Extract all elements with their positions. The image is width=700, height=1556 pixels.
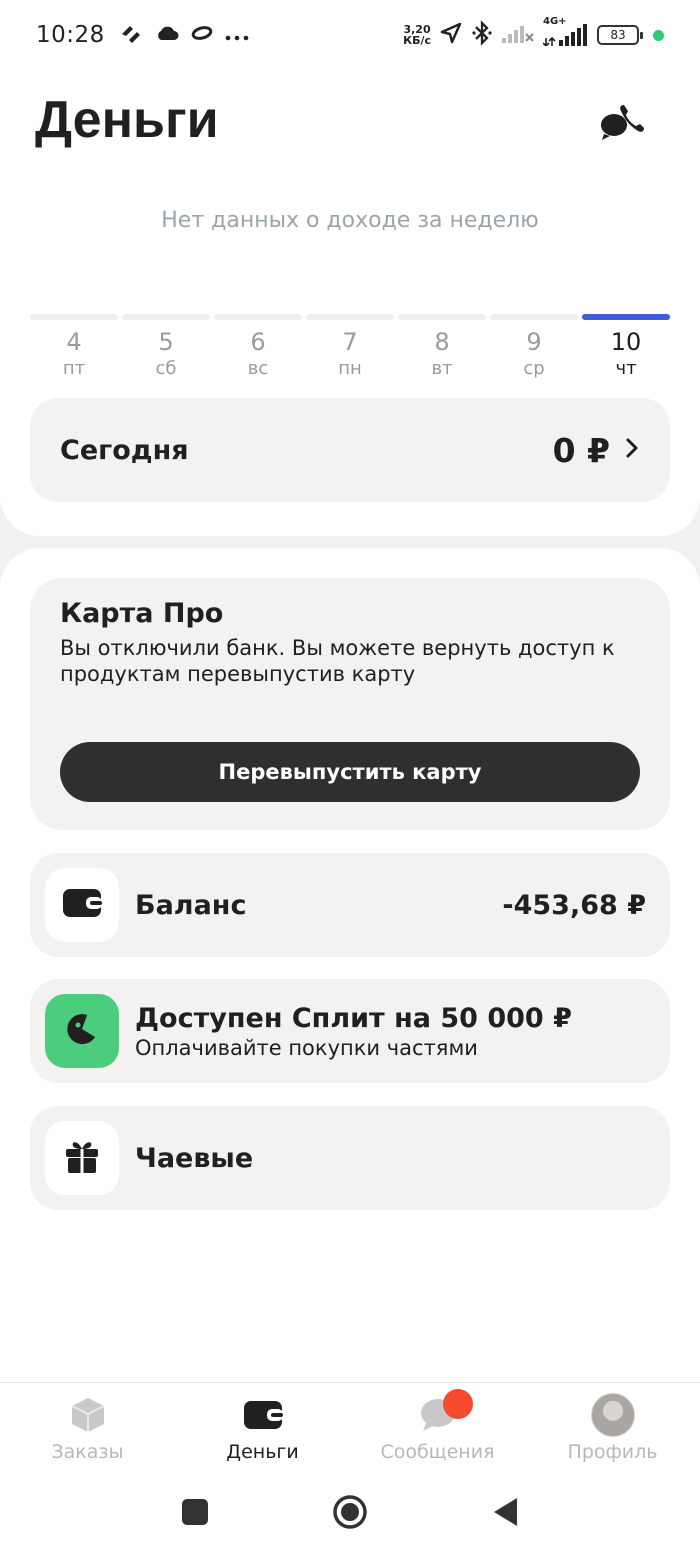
card-pro-block: Карта Про Вы отключили банк. Вы можете в…: [30, 578, 670, 830]
day-bar-active: [582, 314, 670, 320]
balance-row[interactable]: Баланс -453,68 ₽: [30, 853, 670, 957]
nav-profile[interactable]: Профиль: [525, 1383, 700, 1472]
day-weekday: ср: [523, 358, 545, 379]
recent-apps-button[interactable]: [181, 1498, 209, 1530]
unread-badge: [442, 1389, 473, 1419]
day-bar: [398, 314, 486, 320]
tips-title: Чаевые: [135, 1142, 254, 1174]
system-navigation-bar: [0, 1472, 700, 1556]
day-bar: [214, 314, 302, 320]
day-weekday: пн: [338, 358, 362, 379]
day-tab-8[interactable]: 8 вт: [398, 314, 486, 384]
box-icon: [65, 1395, 111, 1435]
day-weekday: чт: [615, 358, 637, 379]
profile-avatar: [590, 1393, 636, 1437]
day-bar: [122, 314, 210, 320]
split-icon-box: [45, 994, 119, 1068]
today-income-row[interactable]: Сегодня 0 ₽: [30, 398, 670, 502]
network-type: 4G+: [543, 16, 567, 27]
day-weekday: пт: [62, 358, 86, 379]
nav-label-orders: Заказы: [51, 1441, 124, 1463]
nav-label-profile: Профиль: [567, 1441, 658, 1463]
today-label: Сегодня: [60, 434, 189, 466]
link-icon: [119, 22, 143, 48]
day-number: 8: [434, 328, 450, 356]
battery-level: 83: [610, 28, 626, 42]
day-number: 9: [526, 328, 542, 356]
support-button[interactable]: [598, 98, 648, 148]
card-pro-description: Вы отключили банк. Вы можете вернуть дос…: [60, 636, 615, 686]
balance-texts: Баланс: [135, 890, 246, 921]
split-row[interactable]: Доступен Сплит на 50 000 ₽ Оплачивайте п…: [30, 979, 670, 1083]
status-bar: 10:28 3,20 КБ/с 4G+ 83: [0, 0, 700, 70]
day-number: 4: [66, 328, 82, 356]
nav-label-money: Деньги: [226, 1441, 299, 1463]
reissue-card-button[interactable]: Перевыпустить карту: [60, 742, 640, 802]
nav-messages[interactable]: Сообщения: [350, 1383, 525, 1472]
day-weekday: вт: [431, 358, 453, 379]
day-bar: [306, 314, 394, 320]
speed-unit: КБ/с: [403, 34, 431, 47]
day-tab-6[interactable]: 6 вс: [214, 314, 302, 384]
network-speed: 3,20 КБ/с: [403, 24, 431, 46]
nav-money[interactable]: Деньги: [175, 1383, 350, 1472]
day-weekday: сб: [155, 358, 177, 379]
chat-bubble-icon: [415, 1389, 473, 1435]
split-icon: [65, 1012, 99, 1050]
day-tab-5[interactable]: 5 сб: [122, 314, 210, 384]
day-number: 6: [250, 328, 266, 356]
split-texts: Доступен Сплит на 50 000 ₽ Оплачивайте п…: [135, 1003, 572, 1060]
back-button[interactable]: [491, 1496, 519, 1532]
balance-icon-box: [45, 868, 119, 942]
day-tab-4[interactable]: 4 пт: [30, 314, 118, 384]
day-tab-9[interactable]: 9 ср: [490, 314, 578, 384]
split-subtitle: Оплачивайте покупки частями: [135, 1035, 478, 1060]
privacy-dot: [653, 29, 664, 41]
bottom-navigation: Заказы Деньги Сообщения Профиль: [0, 1382, 700, 1472]
ring-icon: [191, 25, 213, 45]
day-tab-10[interactable]: 10 чт: [582, 314, 670, 384]
wallet-icon: [240, 1395, 286, 1435]
tips-row[interactable]: Чаевые: [30, 1106, 670, 1210]
signal-4g-icon: 4G+: [543, 16, 589, 46]
chevron-right-icon: [624, 433, 640, 468]
day-bar: [30, 314, 118, 320]
more-icon: [225, 26, 249, 45]
income-panel: Деньги Нет данных о доходе за неделю 4 п…: [0, 70, 700, 536]
day-tab-7[interactable]: 7 пн: [306, 314, 394, 384]
no-income-message: Нет данных о доходе за неделю: [161, 208, 539, 233]
day-number: 7: [342, 328, 358, 356]
money-products-panel: Карта Про Вы отключили банк. Вы можете в…: [0, 548, 700, 1382]
tips-icon-box: [45, 1121, 119, 1195]
status-right-icons: 3,20 КБ/с 4G+ 83: [403, 16, 664, 50]
wallet-icon: [62, 888, 102, 922]
balance-title: Баланс: [135, 889, 247, 921]
day-weekday: вс: [247, 358, 269, 379]
signal-icon: [501, 23, 535, 47]
home-button[interactable]: [332, 1494, 368, 1534]
day-bar: [490, 314, 578, 320]
gift-icon: [63, 1137, 101, 1179]
cloud-icon: [155, 25, 179, 45]
day-number: 5: [158, 328, 174, 356]
nav-label-messages: Сообщения: [380, 1441, 495, 1463]
page-title: Деньги: [35, 91, 219, 149]
balance-value: -453,68 ₽: [502, 889, 646, 921]
split-title: Доступен Сплит на 50 000 ₽: [135, 1002, 572, 1034]
avatar: [590, 1393, 635, 1437]
nav-orders[interactable]: Заказы: [0, 1383, 175, 1472]
battery-indicator: 83: [597, 25, 643, 45]
bluetooth-icon: [471, 20, 493, 50]
tips-texts: Чаевые: [135, 1143, 253, 1174]
status-left-icons: [119, 22, 249, 48]
status-time: 10:28: [36, 22, 105, 48]
card-pro-title: Карта Про: [60, 598, 224, 629]
chat-phone-icon: [600, 101, 646, 145]
day-number: 10: [610, 328, 642, 356]
location-arrow-icon: [439, 21, 463, 49]
week-selector: 4 пт 5 сб 6 вс 7 пн 8 вт 9 ср 10 чт: [30, 314, 670, 384]
today-value: 0 ₽: [552, 430, 610, 470]
